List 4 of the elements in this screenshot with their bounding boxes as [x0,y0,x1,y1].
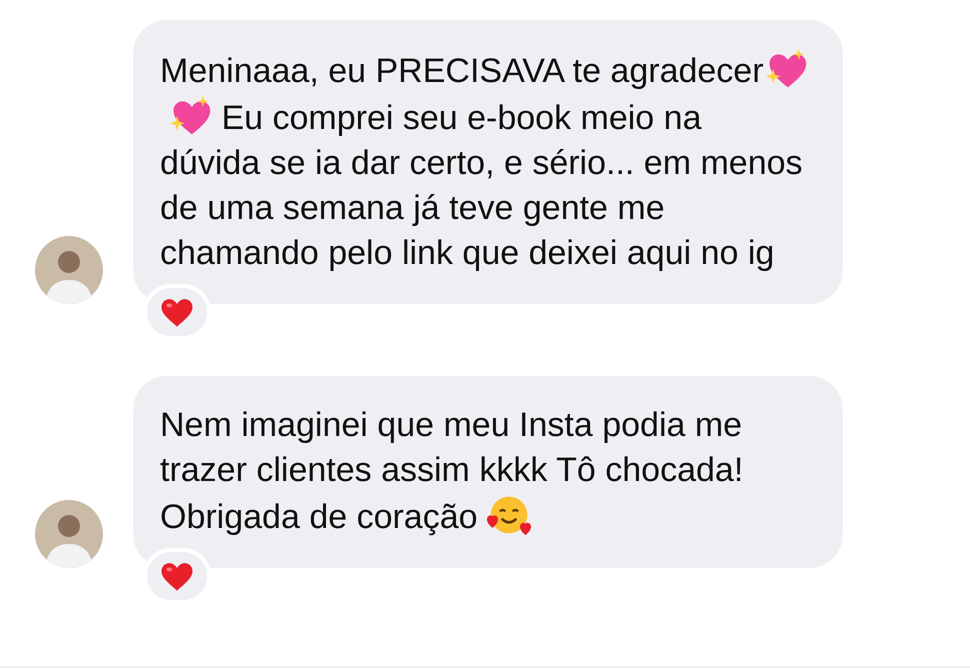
message-bubble: Meninaaa, eu PRECISAVA te agradecer Eu comprei seu e-book meio na dúvida se ia dar certo, e sério... em menos de uma semana já teve gente me chamando pelo link que deixei aqui no ig [133,20,843,304]
heart-icon [160,296,194,328]
heart-icon [160,560,194,592]
message-bubble: Nem imaginei que meu Insta podia me trazer clientes assim kkkk Tô chocada! Obrigada de coração [133,376,843,568]
